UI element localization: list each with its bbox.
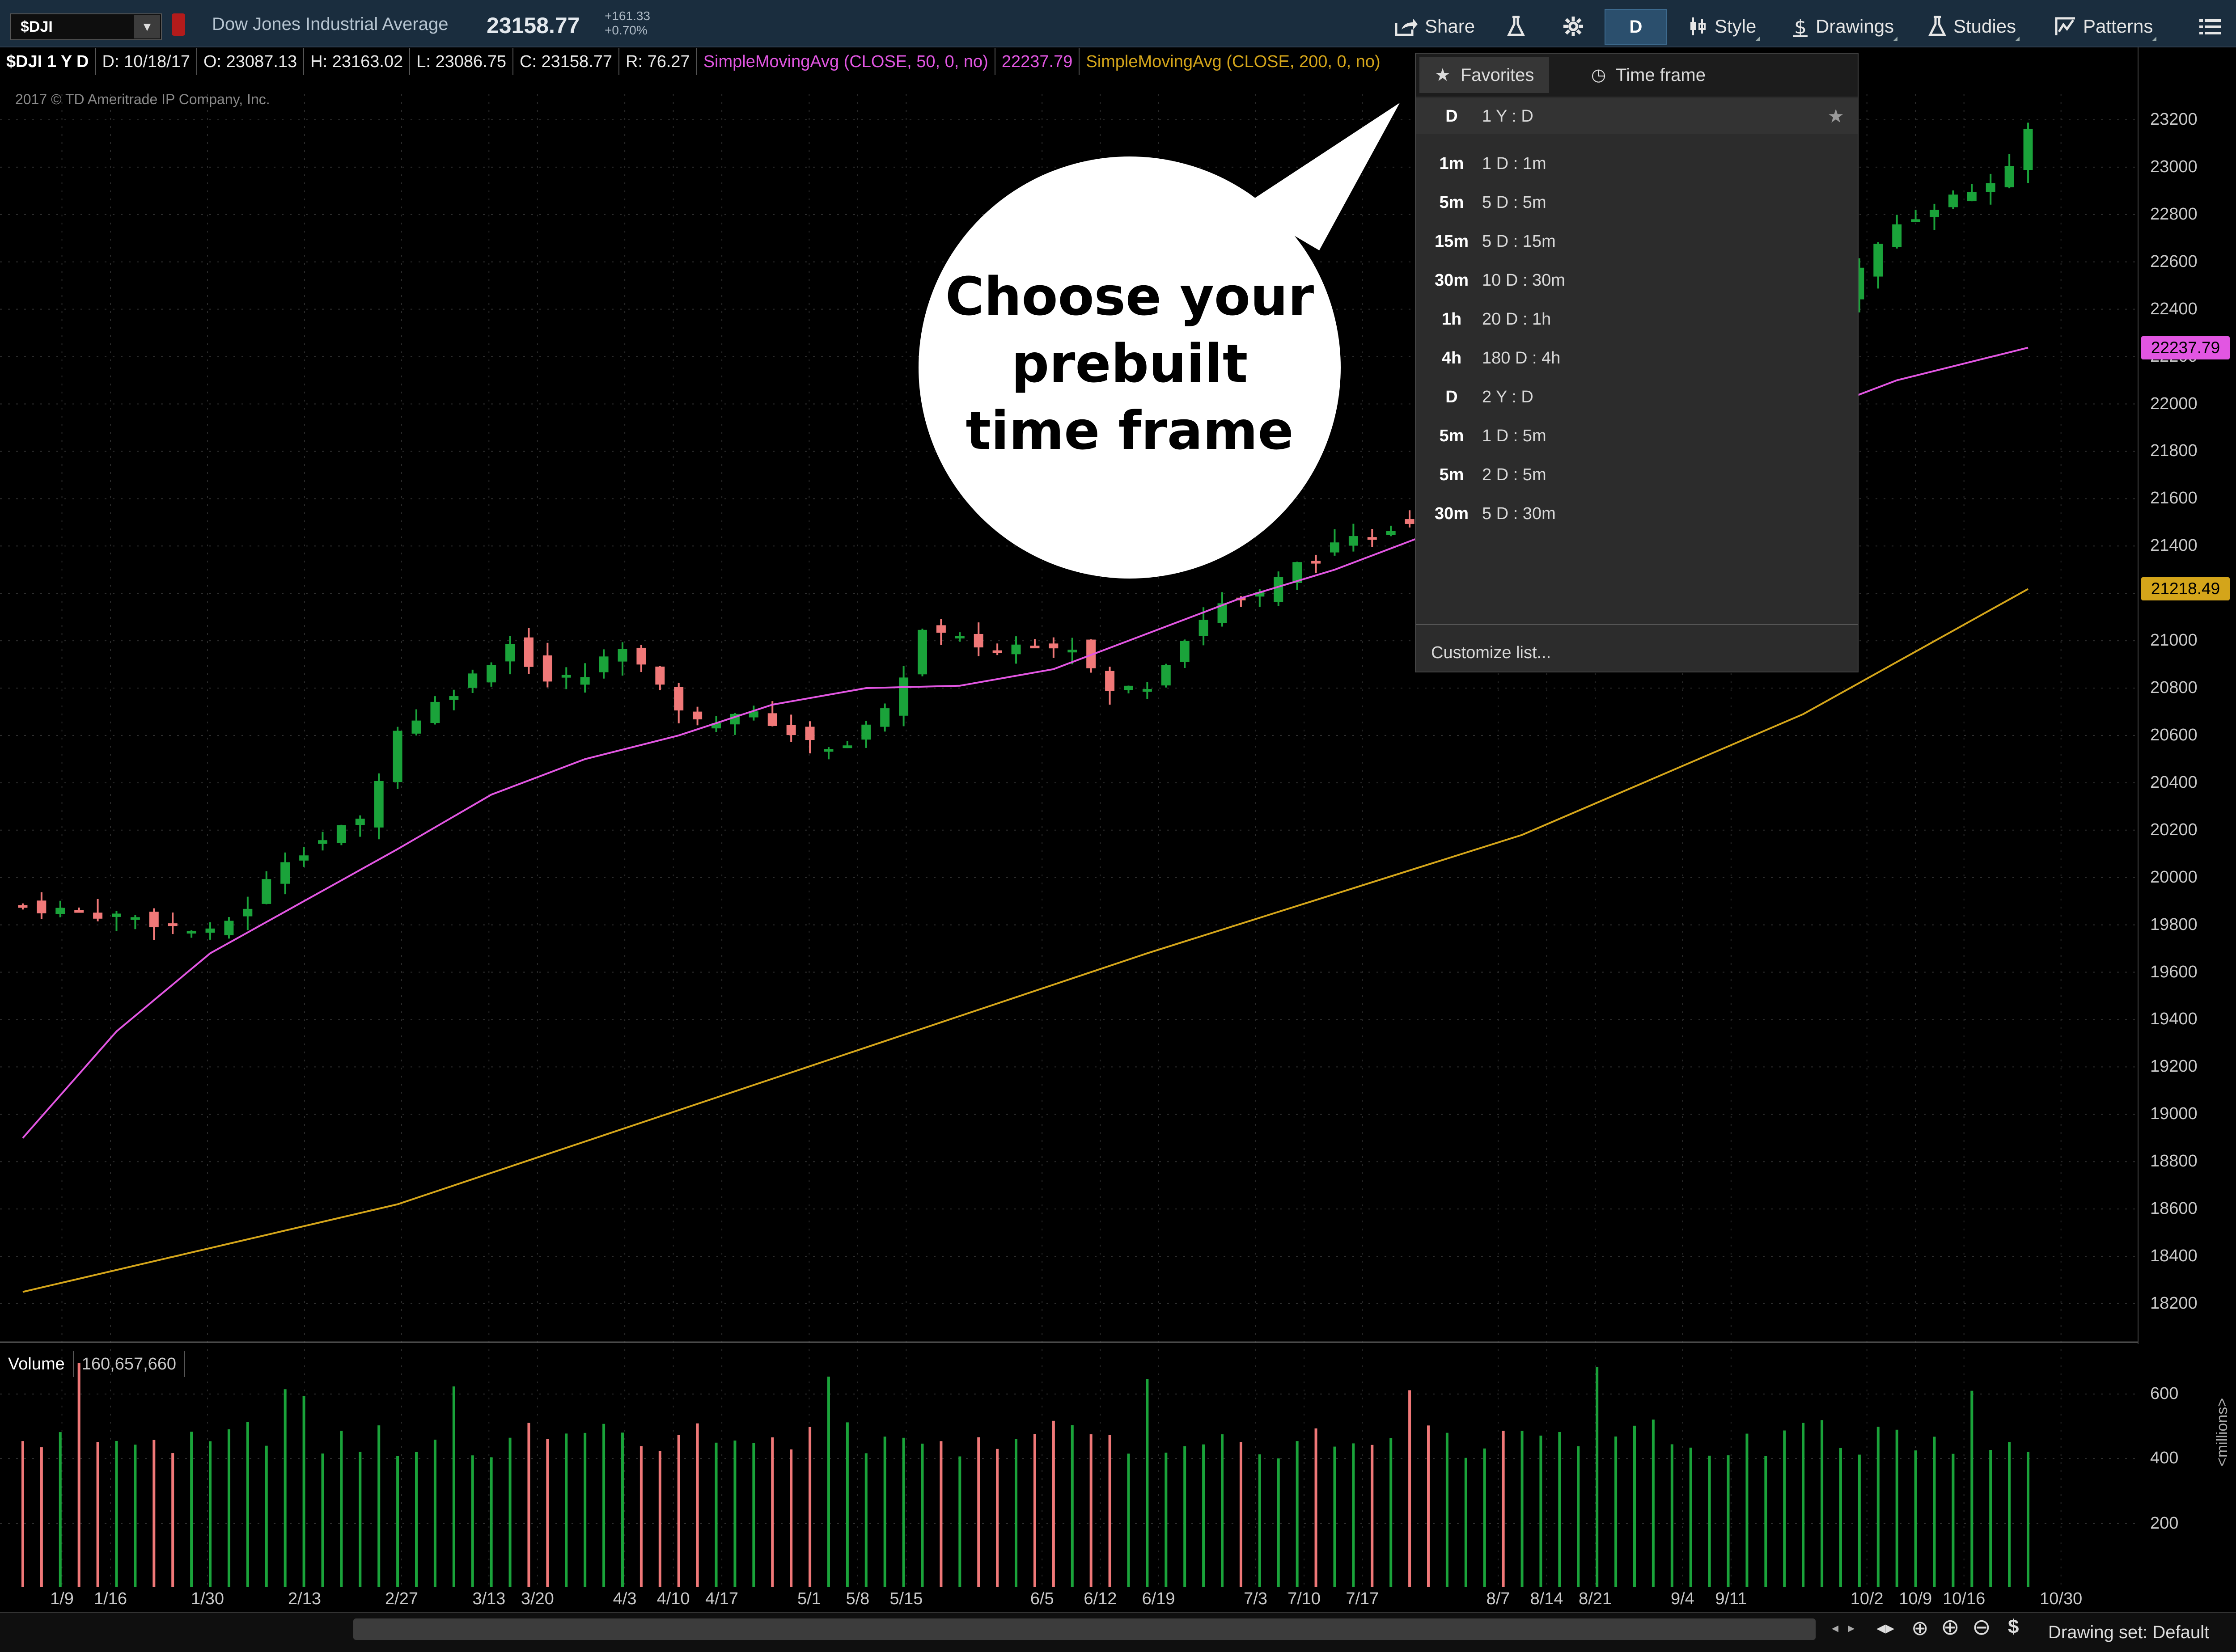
callout-line-3: time frame xyxy=(966,400,1294,461)
callout-line-1: Choose your xyxy=(945,266,1314,327)
callout-text: Choose your prebuilt time frame xyxy=(919,263,1341,464)
callout-line-2: prebuilt xyxy=(1011,333,1248,394)
